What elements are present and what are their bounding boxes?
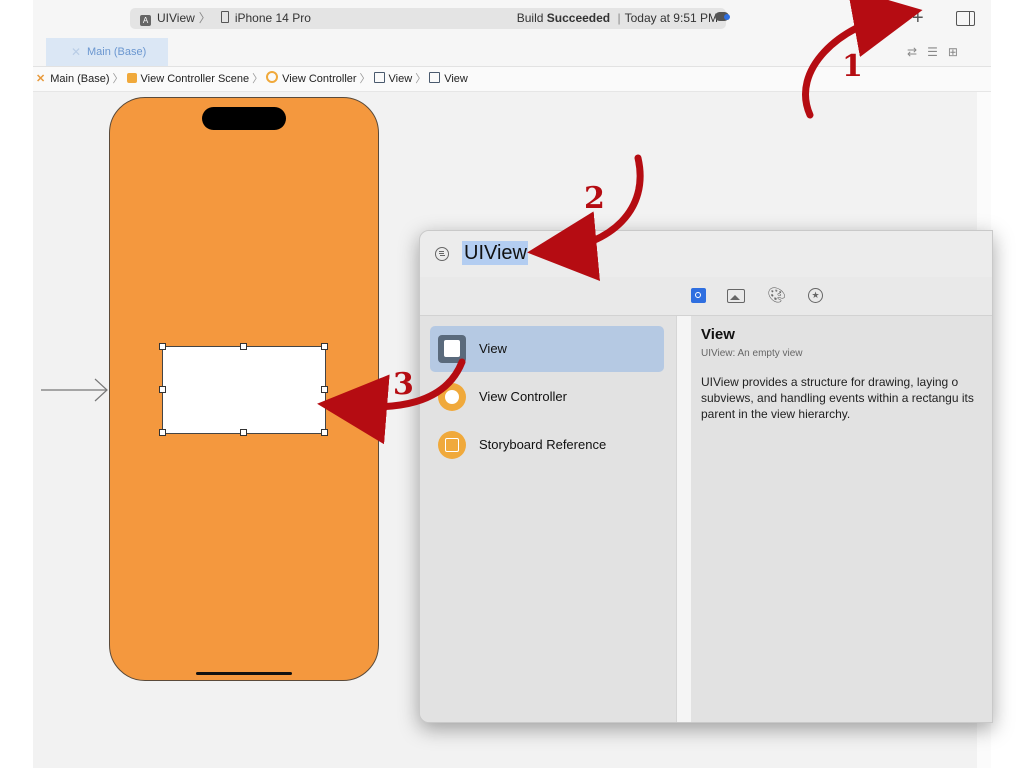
- annotation-label-2: 2: [584, 181, 605, 216]
- tutorial-annotations: 1 2 3: [317, 0, 923, 445]
- annotation-label-3: 3: [393, 367, 414, 402]
- annotation-label-1: 1: [842, 49, 863, 84]
